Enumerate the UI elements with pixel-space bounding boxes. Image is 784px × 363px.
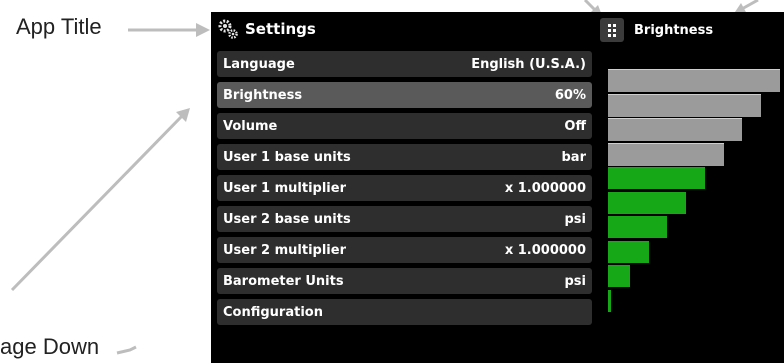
menu-item-label: User 1 multiplier: [223, 180, 346, 196]
brightness-level-bar[interactable]: [608, 240, 649, 263]
menu-item-value: Off: [564, 118, 586, 134]
brightness-level-bar[interactable]: [608, 289, 611, 312]
brightness-level-bar[interactable]: [608, 216, 668, 238]
menu-item-label: Brightness: [223, 87, 303, 103]
menu-item-value: x 1.000000: [504, 180, 586, 196]
brightness-level-bar[interactable]: [608, 93, 762, 117]
menu-item-brightness[interactable]: Brightness 60%: [217, 82, 592, 108]
menu-item-value: English (U.S.A.): [471, 56, 586, 72]
brightness-bar-graph[interactable]: [608, 12, 784, 363]
settings-menu: Language English (U.S.A.) Brightness 60% Vol…: [217, 51, 592, 330]
menu-item-barometer-units[interactable]: Barometer Units psi: [217, 268, 592, 294]
menu-item-value: 60%: [554, 87, 586, 103]
menu-item-label: Language: [223, 56, 295, 72]
menu-item-label: User 2 base units: [223, 211, 351, 227]
menu-item-language[interactable]: Language English (U.S.A.): [217, 51, 592, 77]
brightness-level-bar[interactable]: [608, 118, 743, 141]
menu-item-label: User 2 multiplier: [223, 242, 346, 258]
page-title: Settings: [245, 20, 316, 38]
menu-item-value: psi: [564, 273, 587, 289]
menu-item-configuration[interactable]: Configuration: [217, 299, 592, 325]
brightness-level-bar[interactable]: [608, 265, 630, 287]
menu-item-user-1-base-units[interactable]: User 1 base units bar: [217, 144, 592, 170]
brightness-level-bar[interactable]: [608, 167, 705, 189]
title-bar: Settings: [211, 12, 601, 46]
menu-item-volume[interactable]: Volume Off: [217, 113, 592, 139]
menu-item-user-1-multiplier[interactable]: User 1 multiplier x 1.000000: [217, 175, 592, 201]
menu-item-value: bar: [561, 149, 587, 165]
menu-item-value: x 1.000000: [504, 242, 586, 258]
app-title-callout: App Title: [16, 14, 102, 39]
menu-item-user-2-base-units[interactable]: User 2 base units psi: [217, 206, 592, 232]
brightness-level-bar[interactable]: [608, 191, 687, 214]
brightness-level-bar[interactable]: [608, 69, 780, 92]
gears-icon[interactable]: [215, 16, 241, 42]
menu-item-label: Configuration: [223, 304, 323, 320]
brightness-level-bar[interactable]: [608, 142, 724, 166]
page-down-callout: age Down: [0, 334, 100, 359]
menu-item-value: psi: [564, 211, 587, 227]
device-screen: Settings Brightness Language English (U.S…: [211, 12, 784, 363]
menu-item-label: Barometer Units: [223, 273, 344, 289]
menu-item-label: User 1 base units: [223, 149, 351, 165]
menu-item-user-2-multiplier[interactable]: User 2 multiplier x 1.000000: [217, 237, 592, 263]
menu-item-label: Volume: [223, 118, 278, 134]
